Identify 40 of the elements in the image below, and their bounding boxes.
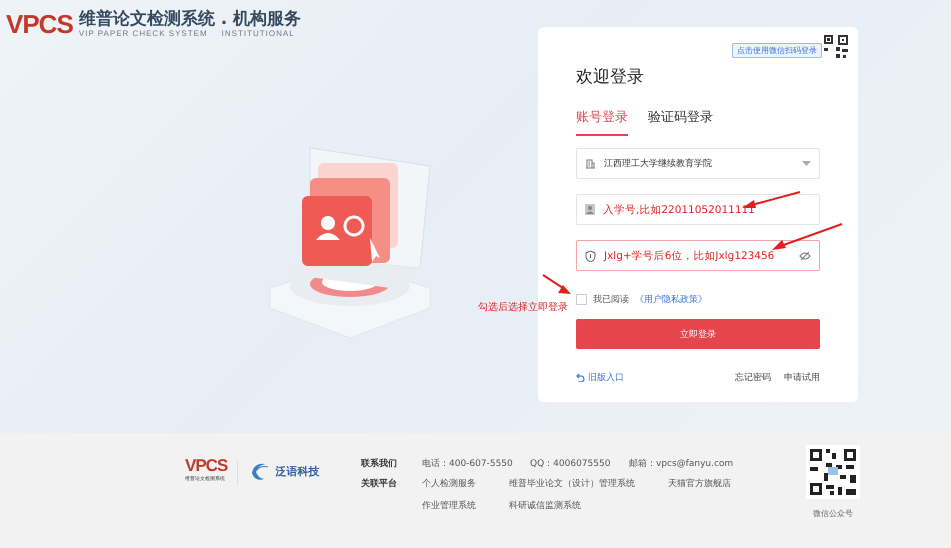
qr-login-tip[interactable]: 点击使用微信扫码登录 <box>732 43 822 58</box>
password-field[interactable]: Jxlg+学号后6位，比如Jxlg123456 <box>576 240 820 271</box>
site-subtitle: INSTITUTIONAL <box>222 29 295 38</box>
platform-link[interactable]: 天猫官方旗舰店 <box>668 477 731 490</box>
agree-label: 我已阅读 <box>593 294 629 306</box>
platform-heading: 关联平台 <box>361 477 398 490</box>
hide-password-icon[interactable] <box>799 250 811 260</box>
shield-icon <box>585 250 596 262</box>
annotation-text: 勾选后选择立即登录 <box>478 300 568 314</box>
login-tab[interactable]: 验证码登录 <box>648 107 713 136</box>
annotation-arrow <box>542 274 572 296</box>
footer-logo: VPCS <box>185 457 228 475</box>
login-button[interactable]: 立即登录 <box>576 319 820 349</box>
qr-code-icon <box>806 445 860 499</box>
platform-link[interactable]: 个人检测服务 <box>422 477 509 490</box>
privacy-policy-link[interactable]: 《用户隐私政策》 <box>635 293 707 306</box>
footer-link[interactable]: 申请试用 <box>784 371 820 384</box>
logo: VPCS <box>6 10 73 38</box>
institution-select[interactable]: 江西理工大学继续教育学院 <box>576 148 820 179</box>
contact-heading: 联系我们 <box>361 457 398 470</box>
agree-checkbox[interactable] <box>576 294 587 305</box>
qr-caption: 微信公众号 <box>813 508 853 519</box>
platform-link[interactable]: 维普毕业论文（设计）管理系统 <box>509 477 668 490</box>
dropdown-caret-icon <box>802 160 811 166</box>
contact-info: QQ：4006075550 <box>530 458 612 470</box>
building-icon <box>585 158 596 169</box>
contact-info: 电话：400-607-5550 <box>422 458 514 470</box>
old-version-link[interactable]: 旧版入口 <box>576 371 624 384</box>
contact-info: 邮箱：vpcs@fanyu.com <box>629 458 734 470</box>
platform-link[interactable]: 科研诚信监测系统 <box>509 499 668 512</box>
site-title: 维普论文检测系统 . 机构服务 <box>78 9 302 29</box>
welcome-heading: 欢迎登录 <box>576 66 645 89</box>
qr-code-icon[interactable] <box>822 33 850 61</box>
return-icon <box>576 373 585 382</box>
partner-name: 泛语科技 <box>275 464 320 478</box>
login-tab[interactable]: 账号登录 <box>576 107 628 136</box>
site-subtitle: VIP PAPER CHECK SYSTEM <box>78 29 208 38</box>
user-icon <box>585 204 595 215</box>
platform-link[interactable]: 作业管理系统 <box>422 499 509 512</box>
footer-link[interactable]: 忘记密码 <box>735 371 771 384</box>
